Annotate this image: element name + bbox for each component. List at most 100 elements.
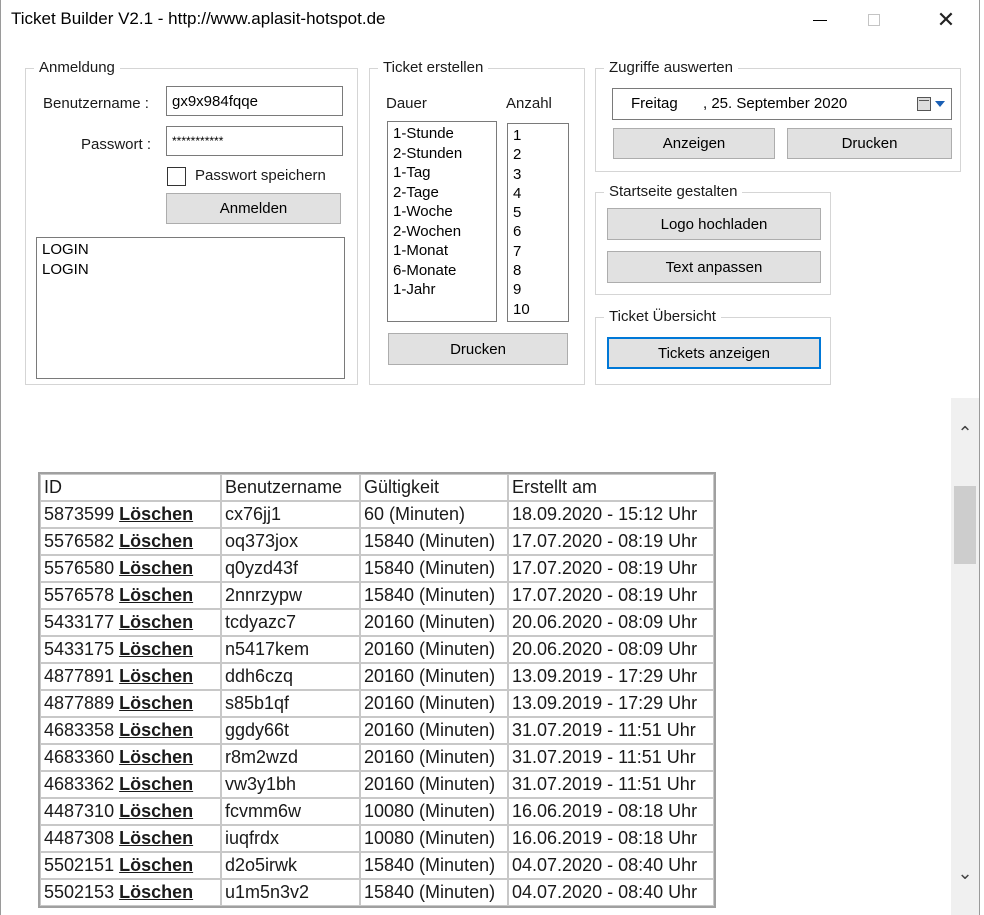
delete-link[interactable]: Löschen: [119, 882, 193, 902]
ticket-id: 5576582: [44, 531, 115, 551]
cell-validity: 20160 (Minuten): [360, 663, 508, 690]
delete-link[interactable]: Löschen: [119, 639, 193, 659]
edit-text-button[interactable]: Text anpassen: [607, 251, 821, 283]
cell-created: 20.06.2020 - 08:09 Uhr: [508, 636, 714, 663]
delete-link[interactable]: Löschen: [119, 585, 193, 605]
cell-created: 17.07.2020 - 08:19 Uhr: [508, 582, 714, 609]
log-line: LOGIN: [42, 241, 89, 258]
delete-link[interactable]: Löschen: [119, 855, 193, 875]
cell-created: 31.07.2019 - 11:51 Uhr: [508, 771, 714, 798]
log-line: LOGIN: [42, 261, 89, 278]
remember-password-checkbox[interactable]: [167, 167, 186, 186]
count-item[interactable]: 3: [513, 165, 563, 184]
delete-link[interactable]: Löschen: [119, 504, 193, 524]
show-tickets-button[interactable]: Tickets anzeigen: [607, 337, 821, 369]
duration-item[interactable]: 2-Wochen: [393, 222, 491, 242]
count-item[interactable]: 7: [513, 242, 563, 261]
duration-item[interactable]: 1-Stunde: [393, 124, 491, 144]
cell-created: 04.07.2020 - 08:40 Uhr: [508, 852, 714, 879]
delete-link[interactable]: Löschen: [119, 828, 193, 848]
duration-item[interactable]: 1-Jahr: [393, 280, 491, 300]
cell-id: 5576578 Löschen: [40, 582, 221, 609]
count-item[interactable]: 6: [513, 222, 563, 241]
cell-username: ggdy66t: [221, 717, 360, 744]
username-input[interactable]: [166, 86, 343, 116]
duration-item[interactable]: 1-Monat: [393, 241, 491, 261]
count-item[interactable]: 5: [513, 203, 563, 222]
cell-id: 4683360 Löschen: [40, 744, 221, 771]
delete-link[interactable]: Löschen: [119, 720, 193, 740]
count-listbox[interactable]: 1 2 3 4 5 6 7 8 9 10: [507, 123, 569, 322]
duration-item[interactable]: 2-Tage: [393, 183, 491, 203]
cell-validity: 20160 (Minuten): [360, 771, 508, 798]
cell-created: 18.09.2020 - 15:12 Uhr: [508, 501, 714, 528]
count-item[interactable]: 9: [513, 280, 563, 299]
table-row: 5576578 Löschen 2nnrzypw 15840 (Minuten) 17…: [40, 582, 714, 609]
table-row: 4487310 Löschen fcvmm6w 10080 (Minuten) 16.…: [40, 798, 714, 825]
ticket-id: 5502151: [44, 855, 115, 875]
cell-id: 4487308 Löschen: [40, 825, 221, 852]
cell-validity: 15840 (Minuten): [360, 528, 508, 555]
cell-username: cx76jj1: [221, 501, 360, 528]
cell-validity: 20160 (Minuten): [360, 744, 508, 771]
cell-id: 4877889 Löschen: [40, 690, 221, 717]
scroll-down-icon[interactable]: ⌄: [951, 858, 979, 888]
cell-id: 5576580 Löschen: [40, 555, 221, 582]
delete-link[interactable]: Löschen: [119, 693, 193, 713]
cell-username: 2nnrzypw: [221, 582, 360, 609]
cell-username: oq373jox: [221, 528, 360, 555]
delete-link[interactable]: Löschen: [119, 801, 193, 821]
access-show-button[interactable]: Anzeigen: [613, 128, 775, 159]
delete-link[interactable]: Löschen: [119, 666, 193, 686]
date-picker[interactable]: Freitag , 25. September 2020: [612, 88, 952, 120]
count-item[interactable]: 1: [513, 126, 563, 145]
cell-username: u1m5n3v2: [221, 879, 360, 906]
count-item[interactable]: 8: [513, 261, 563, 280]
calendar-icon[interactable]: [917, 97, 931, 111]
delete-link[interactable]: Löschen: [119, 531, 193, 551]
ticket-id: 5433175: [44, 639, 115, 659]
delete-link[interactable]: Löschen: [119, 747, 193, 767]
duration-item[interactable]: 6-Monate: [393, 261, 491, 281]
cell-username: s85b1qf: [221, 690, 360, 717]
duration-item[interactable]: 2-Stunden: [393, 144, 491, 164]
minimize-button[interactable]: [797, 0, 843, 40]
cell-username: r8m2wzd: [221, 744, 360, 771]
cell-created: 20.06.2020 - 08:09 Uhr: [508, 609, 714, 636]
create-print-button[interactable]: Drucken: [388, 333, 568, 365]
date-value: , 25. September 2020: [703, 95, 848, 112]
duration-item[interactable]: 1-Woche: [393, 202, 491, 222]
count-item[interactable]: 10: [513, 300, 563, 319]
scroll-thumb[interactable]: [954, 486, 976, 564]
cell-username: d2o5irwk: [221, 852, 360, 879]
ticket-id: 5502153: [44, 882, 115, 902]
access-group: Zugriffe auswerten Freitag , 25. Septemb…: [595, 59, 961, 172]
duration-listbox[interactable]: 1-Stunde 2-Stunden 1-Tag 2-Tage 1-Woche …: [387, 121, 497, 322]
scroll-up-icon[interactable]: ⌃: [951, 418, 979, 448]
cell-validity: 10080 (Minuten): [360, 798, 508, 825]
delete-link[interactable]: Löschen: [119, 774, 193, 794]
login-button[interactable]: Anmelden: [166, 193, 341, 224]
password-input[interactable]: [166, 126, 343, 156]
minimize-icon: [813, 19, 827, 21]
duration-item[interactable]: 1-Tag: [393, 163, 491, 183]
table-row: 4877891 Löschen ddh6czq 20160 (Minuten) 13.…: [40, 663, 714, 690]
vertical-scrollbar[interactable]: ⌃ ⌄: [951, 398, 979, 915]
title-bar[interactable]: Ticket Builder V2.1 - http://www.aplasit…: [1, 0, 979, 40]
dropdown-arrow-icon[interactable]: [935, 101, 945, 107]
delete-link[interactable]: Löschen: [119, 612, 193, 632]
close-button[interactable]: ✕: [923, 0, 969, 40]
login-log-box[interactable]: LOGIN LOGIN: [36, 237, 345, 379]
access-print-button[interactable]: Drucken: [787, 128, 952, 159]
table-row: 5576580 Löschen q0yzd43f 15840 (Minuten) 17…: [40, 555, 714, 582]
cell-validity: 15840 (Minuten): [360, 852, 508, 879]
ticket-id: 4487310: [44, 801, 115, 821]
cell-username: ddh6czq: [221, 663, 360, 690]
count-item[interactable]: 4: [513, 184, 563, 203]
count-label: Anzahl: [506, 95, 552, 112]
upload-logo-button[interactable]: Logo hochladen: [607, 208, 821, 240]
delete-link[interactable]: Löschen: [119, 558, 193, 578]
cell-validity: 15840 (Minuten): [360, 555, 508, 582]
create-ticket-group: Ticket erstellen Dauer Anzahl 1-Stunde 2…: [369, 59, 585, 385]
count-item[interactable]: 2: [513, 145, 563, 164]
